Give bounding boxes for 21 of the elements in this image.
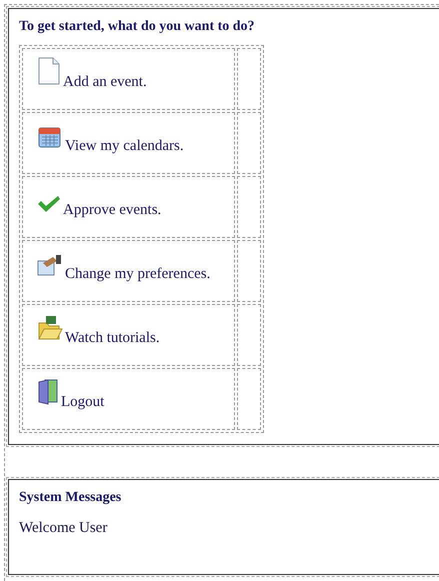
system-message: Welcome User <box>19 520 108 537</box>
door-icon <box>37 379 59 405</box>
table-cell <box>237 176 261 238</box>
table-cell <box>237 368 261 430</box>
action-link[interactable]: Approve events. <box>22 176 235 238</box>
panel-heading: System Messages <box>19 490 122 506</box>
table-cell <box>237 112 261 174</box>
action-link[interactable]: Add an event. <box>22 48 235 110</box>
action-link[interactable]: View my calendars. <box>22 112 235 174</box>
action-link[interactable]: Change my preferences. <box>22 240 235 302</box>
table-cell <box>237 304 261 366</box>
table-cell <box>237 48 261 110</box>
panel-heading: To get started, what do you want to do? <box>19 19 256 35</box>
document-icon <box>37 57 61 85</box>
preferences-icon <box>37 253 63 277</box>
action-link[interactable]: Watch tutorials. <box>22 304 235 366</box>
calendar-icon <box>37 125 63 149</box>
folder-icon <box>37 315 63 341</box>
action-link[interactable]: Logout <box>22 368 235 430</box>
table-cell <box>237 240 261 302</box>
checkmark-icon <box>37 195 61 213</box>
